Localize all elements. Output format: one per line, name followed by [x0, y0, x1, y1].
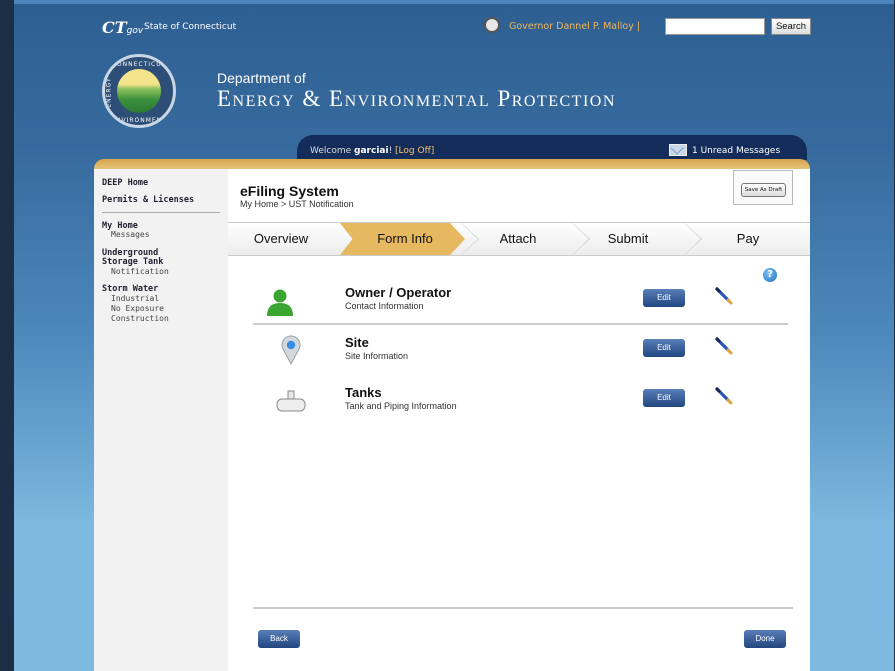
seal-text-top: CONNECTICUT	[111, 61, 167, 68]
pencil-icon[interactable]	[715, 337, 733, 355]
section-title: Owner / Operator	[345, 285, 452, 300]
sidebar-item-messages[interactable]: Messages	[111, 230, 150, 239]
sidebar-item-permits[interactable]: Permits & Licenses	[102, 195, 194, 205]
sidebar-item-storm-water[interactable]: Storm Water	[102, 284, 158, 294]
welcome-prefix: Welcome	[310, 146, 355, 156]
deep-seal-logo: CONNECTICUT ENVIRONMENT ENERGY	[102, 54, 176, 128]
edit-tanks-button[interactable]: Edit	[643, 389, 685, 407]
governor-link[interactable]: Governor Dannel P. Malloy |	[509, 21, 640, 32]
sidebar-item-industrial[interactable]: Industrial	[111, 294, 159, 303]
ct-gov-logo[interactable]: CTgov	[102, 18, 143, 37]
edit-site-button[interactable]: Edit	[643, 339, 685, 357]
tab-overview[interactable]: Overview	[228, 223, 334, 255]
pencil-icon[interactable]	[715, 287, 733, 305]
pencil-icon[interactable]	[715, 387, 733, 405]
section-subtitle: Tank and Piping Information	[345, 401, 457, 411]
tab-submit[interactable]: Submit	[578, 223, 678, 255]
wizard-tabs: Overview Form Info Attach Submit Pay	[228, 222, 810, 256]
gold-strip	[94, 159, 810, 169]
tab-form-info[interactable]: Form Info	[350, 223, 460, 255]
section-title: Tanks	[345, 385, 382, 400]
save-as-draft-button[interactable]: Save As Draft	[741, 183, 786, 197]
back-button[interactable]: Back	[258, 630, 300, 648]
section-title: Site	[345, 335, 369, 350]
sidebar-item-no-exposure[interactable]: No Exposure	[111, 304, 164, 313]
search-input[interactable]	[665, 18, 765, 35]
department-name-text: Energy & Environmental Protection	[217, 86, 616, 111]
save-draft-panel: Save As Draft	[733, 170, 793, 205]
sidebar-item-notification[interactable]: Notification	[111, 267, 169, 276]
edit-owner-button[interactable]: Edit	[643, 289, 685, 307]
seal-landscape	[117, 69, 161, 113]
sidebar-divider	[102, 212, 220, 213]
section-tanks: Tanks Tank and Piping Information Edit	[253, 375, 788, 425]
sidebar-item-storage-tank[interactable]: Storage Tank	[102, 257, 163, 267]
search-button[interactable]: Search	[771, 18, 811, 35]
department-name: Energy & Environmental Protection	[217, 86, 616, 112]
done-button[interactable]: Done	[744, 630, 786, 648]
ct-logo-mark: CT	[102, 18, 127, 37]
unread-messages-link[interactable]: 1 Unread Messages	[692, 146, 780, 156]
main-content: eFiling System My Home > UST Notificatio…	[228, 169, 810, 671]
map-pin-icon	[281, 335, 301, 365]
page-title: eFiling System	[240, 183, 339, 199]
section-subtitle: Contact Information	[345, 301, 424, 311]
governor-seal-icon	[484, 17, 500, 33]
tab-attach[interactable]: Attach	[468, 223, 568, 255]
section-subtitle: Site Information	[345, 351, 409, 361]
breadcrumb: My Home > UST Notification	[240, 199, 354, 209]
seal-text-left: ENERGY	[105, 77, 113, 108]
mail-icon[interactable]	[669, 144, 687, 156]
state-of-connecticut-link[interactable]: State of Connecticut	[144, 22, 236, 32]
section-owner-operator: Owner / Operator Contact Information Edi…	[253, 275, 788, 325]
welcome-message: Welcome garciai! [Log Off]	[310, 146, 434, 156]
username: garciai	[354, 146, 389, 156]
tab-pay[interactable]: Pay	[698, 223, 798, 255]
sidebar: DEEP Home Permits & Licenses My Home Mes…	[94, 169, 228, 671]
sidebar-item-construction[interactable]: Construction	[111, 314, 169, 323]
page-frame: CTgov State of Connecticut Governor Dann…	[14, 0, 894, 671]
dept-of-label: Department of	[217, 70, 306, 86]
seal-text-bottom: ENVIRONMENT	[111, 117, 167, 124]
person-icon	[267, 289, 293, 316]
sidebar-item-deep-home[interactable]: DEEP Home	[102, 178, 148, 188]
section-site: Site Site Information Edit	[253, 325, 788, 375]
logoff-link[interactable]: [Log Off]	[395, 146, 434, 156]
ct-logo-suffix: gov	[126, 26, 144, 36]
tank-icon	[276, 390, 306, 412]
footer-divider	[253, 607, 793, 609]
